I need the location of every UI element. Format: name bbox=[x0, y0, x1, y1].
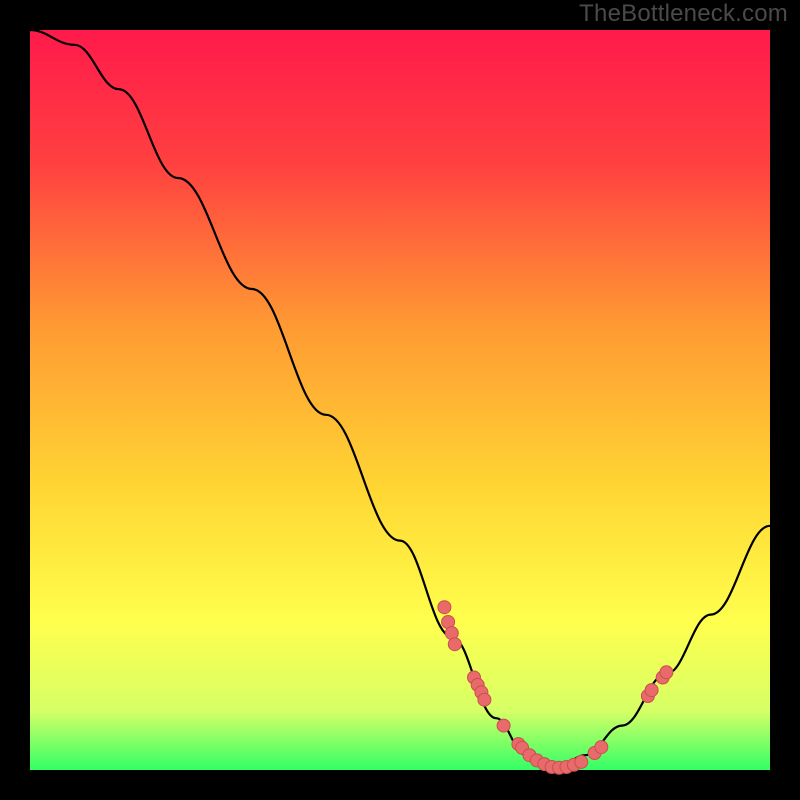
data-point bbox=[645, 684, 658, 697]
data-point bbox=[478, 693, 491, 706]
data-point bbox=[595, 741, 608, 754]
data-point bbox=[448, 638, 461, 651]
chart-frame: TheBottleneck.com bbox=[0, 0, 800, 800]
data-point bbox=[438, 601, 451, 614]
bottleneck-curve-chart bbox=[0, 0, 800, 800]
watermark-label: TheBottleneck.com bbox=[579, 0, 788, 28]
gradient-plot-area bbox=[30, 30, 770, 770]
data-point bbox=[575, 755, 588, 768]
data-point bbox=[497, 719, 510, 732]
data-point bbox=[660, 666, 673, 679]
